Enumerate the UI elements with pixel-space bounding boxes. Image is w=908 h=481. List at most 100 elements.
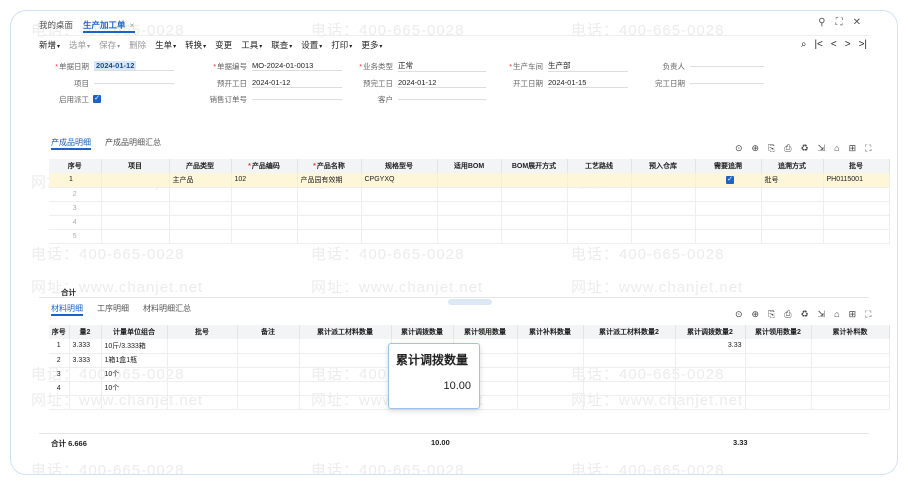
table-cell[interactable] xyxy=(69,367,102,382)
recycle-icon[interactable]: ♻ xyxy=(801,143,809,154)
table-cell[interactable] xyxy=(237,339,300,354)
fullscreen-icon[interactable]: ⛶ xyxy=(865,143,871,154)
table-cell[interactable] xyxy=(361,201,438,216)
table-cell[interactable] xyxy=(811,353,890,368)
table-cell[interactable] xyxy=(517,367,584,382)
table-cell[interactable] xyxy=(437,215,502,230)
table-row[interactable]: 5 xyxy=(49,229,890,244)
toolbar-button-1[interactable]: 选单▾ xyxy=(69,39,90,51)
table-cell[interactable]: 10个 xyxy=(101,381,168,396)
table-cell[interactable] xyxy=(745,339,812,354)
table-cell[interactable] xyxy=(231,187,298,202)
table-cell[interactable]: 4 xyxy=(49,381,70,396)
table-cell[interactable] xyxy=(567,215,632,230)
material-tab-2[interactable]: 材料明细汇总 xyxy=(143,302,191,316)
table-cell[interactable] xyxy=(297,229,362,244)
table-cell[interactable] xyxy=(745,395,812,410)
table-cell[interactable] xyxy=(167,381,238,396)
table-cell[interactable] xyxy=(237,395,300,410)
tab-home[interactable]: 我的桌面 xyxy=(39,17,73,33)
table-cell[interactable]: 4 xyxy=(49,215,102,230)
table-cell[interactable] xyxy=(745,381,812,396)
table-row[interactable]: 2 xyxy=(49,187,890,202)
table-cell[interactable] xyxy=(437,187,502,202)
plan-end-field[interactable]: 2024-01-12 xyxy=(398,78,486,88)
next-record-button[interactable]: > xyxy=(845,39,851,50)
table-cell[interactable] xyxy=(501,215,568,230)
paste-icon[interactable]: ⎙ xyxy=(784,143,791,154)
add-row-icon[interactable]: ⊕ xyxy=(752,309,760,320)
table-cell[interactable] xyxy=(695,201,762,216)
table-cell[interactable] xyxy=(517,395,584,410)
table-cell[interactable] xyxy=(69,381,102,396)
trace-checkbox[interactable]: ✓ xyxy=(726,175,734,184)
table-cell[interactable] xyxy=(567,187,632,202)
table-cell[interactable]: 3.33 xyxy=(675,339,746,354)
table-cell[interactable] xyxy=(761,215,824,230)
table-cell[interactable] xyxy=(567,229,632,244)
table-cell[interactable] xyxy=(49,395,70,410)
toolbar-button-6[interactable]: 变更 xyxy=(215,39,232,51)
product-tab-1[interactable]: 产成品明细汇总 xyxy=(105,136,161,150)
table-cell[interactable]: ✓ xyxy=(695,173,762,188)
toolbar-button-5[interactable]: 转换▾ xyxy=(185,39,206,51)
table-cell[interactable]: 1 xyxy=(49,173,102,188)
last-record-button[interactable]: >| xyxy=(859,39,867,50)
table-cell[interactable] xyxy=(437,173,502,188)
project-field[interactable] xyxy=(94,82,174,84)
location-icon[interactable]: ⊙ xyxy=(735,309,743,320)
recycle-icon[interactable]: ♻ xyxy=(801,309,809,320)
table-cell[interactable]: 10斤/3.333箱 xyxy=(101,339,168,354)
workshop-field[interactable]: 生产部 xyxy=(548,60,628,72)
table-cell[interactable] xyxy=(501,187,568,202)
table-cell[interactable] xyxy=(501,229,568,244)
table-cell[interactable] xyxy=(169,215,232,230)
table-cell[interactable] xyxy=(299,339,392,354)
table-cell[interactable]: 产品园有效期 xyxy=(297,173,362,188)
toolbar-button-11[interactable]: 更多▾ xyxy=(361,39,382,51)
material-tab-0[interactable]: 材料明细 xyxy=(51,302,83,316)
toolbar-button-0[interactable]: 新增▾ xyxy=(39,39,60,51)
owner-field[interactable] xyxy=(690,65,764,67)
table-cell[interactable]: 3 xyxy=(49,201,102,216)
table-cell[interactable] xyxy=(583,339,676,354)
toolbar-button-8[interactable]: 联查▾ xyxy=(271,39,292,51)
table-cell[interactable] xyxy=(299,353,392,368)
material-tab-1[interactable]: 工序明细 xyxy=(97,302,129,316)
export-icon[interactable]: ⇲ xyxy=(818,309,826,320)
table-cell[interactable] xyxy=(237,381,300,396)
table-cell[interactable] xyxy=(583,353,676,368)
table-cell[interactable] xyxy=(101,201,170,216)
table-cell[interactable] xyxy=(811,367,890,382)
table-cell[interactable] xyxy=(169,229,232,244)
table-cell[interactable] xyxy=(167,367,238,382)
table-cell[interactable] xyxy=(583,367,676,382)
table-cell[interactable] xyxy=(299,395,392,410)
table-cell[interactable] xyxy=(517,353,584,368)
table-cell[interactable] xyxy=(583,395,676,410)
table-cell[interactable]: 主产品 xyxy=(169,173,232,188)
location-icon[interactable]: ⊙ xyxy=(735,143,743,154)
table-cell[interactable] xyxy=(761,201,824,216)
table-row[interactable]: 1 主产品 102 产品园有效期 CPGYXQ ✓ 批号 PH0115001 xyxy=(49,173,890,188)
table-cell[interactable] xyxy=(361,215,438,230)
table-cell[interactable]: 3.333 xyxy=(69,353,102,368)
table-cell[interactable] xyxy=(631,173,696,188)
dispatch-checkbox[interactable]: ✓ xyxy=(93,95,101,103)
start-date-field[interactable]: 2024-01-15 xyxy=(548,78,628,88)
table-cell[interactable] xyxy=(101,187,170,202)
paste-icon[interactable]: ⎙ xyxy=(784,309,791,320)
table-cell[interactable] xyxy=(675,381,746,396)
table-cell[interactable] xyxy=(101,173,170,188)
plan-start-field[interactable]: 2024-01-12 xyxy=(252,78,342,88)
table-cell[interactable] xyxy=(567,201,632,216)
table-cell[interactable] xyxy=(695,187,762,202)
table-cell[interactable]: 3.333 xyxy=(69,339,102,354)
table-cell[interactable] xyxy=(69,395,102,410)
table-cell[interactable] xyxy=(297,215,362,230)
doc-no-field[interactable]: MO-2024-01-0013 xyxy=(252,61,342,71)
table-cell[interactable]: 2 xyxy=(49,353,70,368)
table-cell[interactable] xyxy=(517,381,584,396)
table-cell[interactable] xyxy=(167,339,238,354)
table-cell[interactable] xyxy=(567,173,632,188)
